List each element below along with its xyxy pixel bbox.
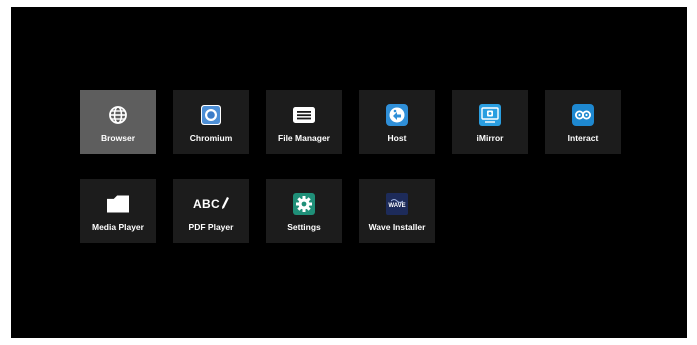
app-label: File Manager (278, 133, 330, 143)
host-icon (386, 104, 408, 126)
app-label: Host (387, 133, 407, 143)
app-label: Wave Installer (368, 222, 426, 232)
pdf-icon-text: ABC (193, 197, 220, 211)
app-label: Settings (287, 222, 321, 232)
app-tile-file-manager[interactable]: File Manager (266, 90, 342, 154)
wave-icon-text: WAVE (388, 203, 406, 209)
app-label: iMirror (476, 133, 504, 143)
app-label: Interact (567, 133, 599, 143)
file-manager-icon (293, 104, 315, 126)
app-tile-wave-installer[interactable]: WAVE Wave Installer (359, 179, 435, 243)
app-tile-media-player[interactable]: Media Player (80, 179, 156, 243)
imirror-icon (479, 104, 501, 126)
app-tile-browser[interactable]: Browser (80, 90, 156, 154)
pdf-abc-icon: ABC (193, 193, 229, 215)
app-tile-interact[interactable]: Interact (545, 90, 621, 154)
gear-icon (293, 193, 315, 215)
wave-icon: WAVE (386, 193, 408, 215)
app-label: PDF Player (188, 222, 234, 232)
app-tile-pdf-player[interactable]: ABC PDF Player (173, 179, 249, 243)
app-label: Media Player (92, 222, 144, 232)
launcher-screen: Browser Chromium File Manager Host iMirr… (11, 7, 687, 338)
globe-icon (107, 104, 129, 126)
app-tile-chromium[interactable]: Chromium (173, 90, 249, 154)
app-label: Browser (100, 133, 135, 143)
chromium-icon (200, 104, 222, 126)
app-label: Chromium (189, 133, 233, 143)
app-tile-settings[interactable]: Settings (266, 179, 342, 243)
folder-icon (107, 193, 129, 215)
pencil-icon (221, 197, 229, 209)
app-tile-imirror[interactable]: iMirror (452, 90, 528, 154)
app-tile-host[interactable]: Host (359, 90, 435, 154)
interact-icon (572, 104, 594, 126)
